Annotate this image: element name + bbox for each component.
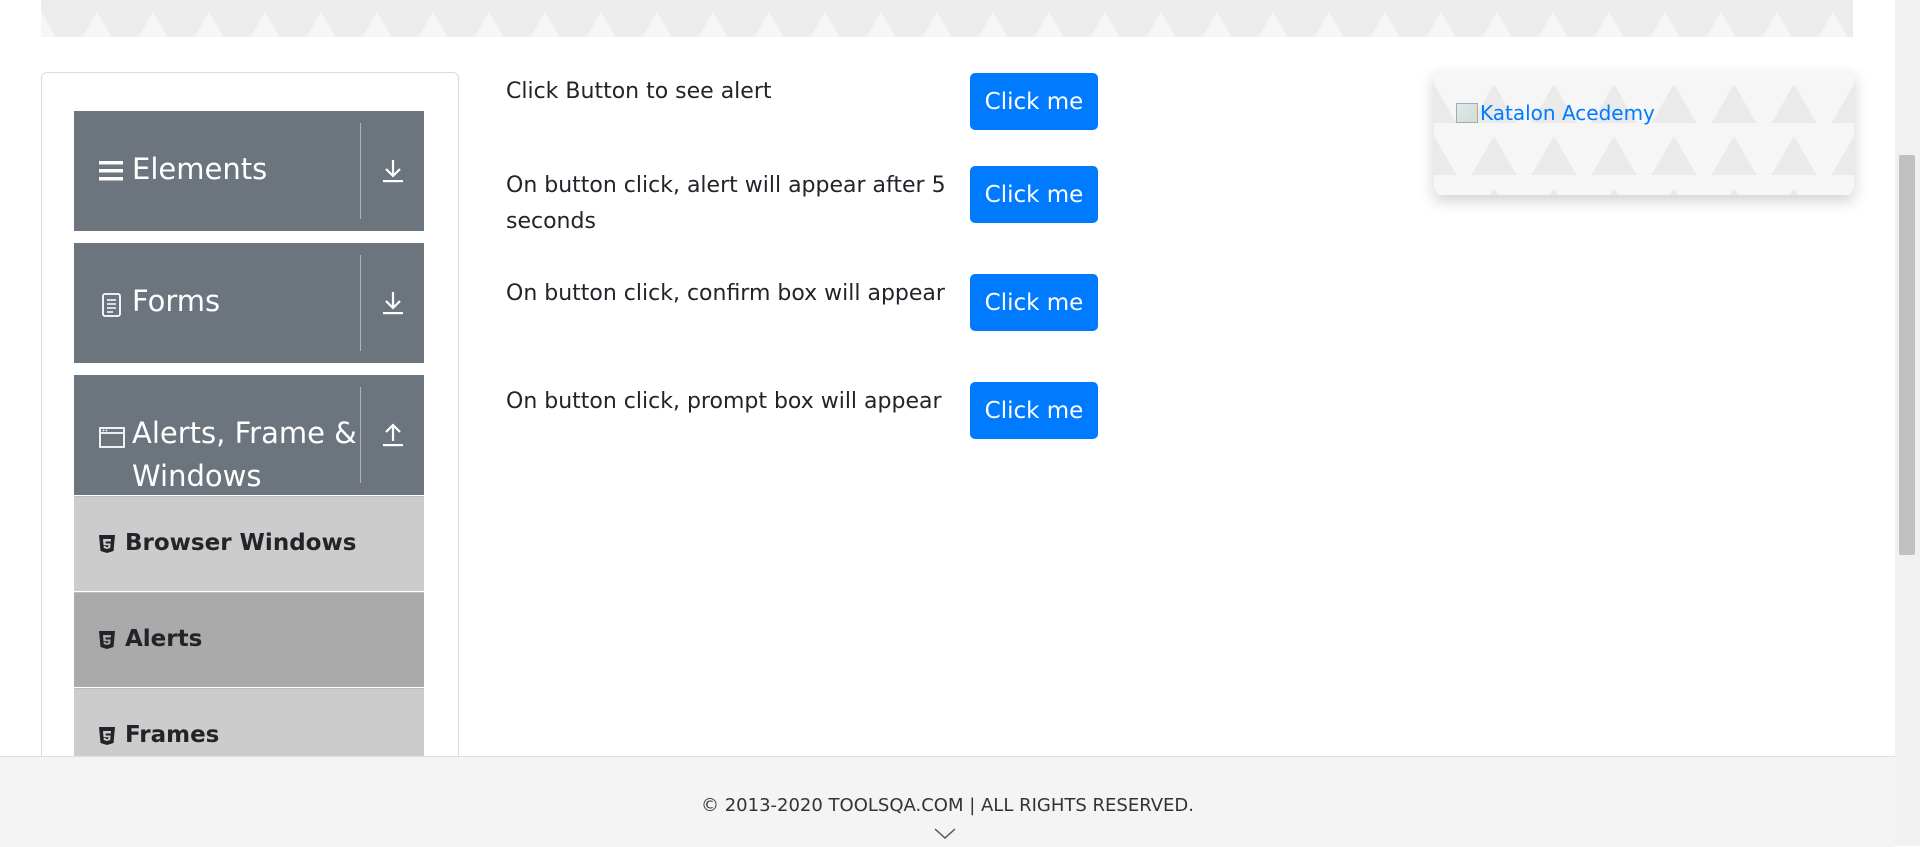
alert-button[interactable]: Click me <box>970 73 1098 130</box>
ad-link[interactable]: Katalon Acedemy <box>1456 101 1655 125</box>
sidebar: Elements Forms Alerts, Frame & Windows B… <box>41 72 459 792</box>
sidebar-group-label: Elements <box>132 152 268 186</box>
hamburger-icon <box>98 157 126 185</box>
sidebar-item-label: Frames <box>125 722 220 748</box>
sidebar-item-label: Browser Windows <box>125 530 357 556</box>
prompt-row-text: On button click, prompt box will appear <box>506 389 942 414</box>
document-icon <box>98 291 126 319</box>
sidebar-item-label: Alerts <box>125 626 203 652</box>
confirm-button[interactable]: Click me <box>970 274 1098 331</box>
chevron-down-icon[interactable] <box>934 827 956 845</box>
ad-alt-text: Katalon Acedemy <box>1480 101 1655 125</box>
upload-arrow-icon[interactable] <box>361 405 424 465</box>
top-banner <box>41 0 1853 37</box>
ad-banner: Katalon Acedemy <box>1434 71 1854 195</box>
timer-alert-button[interactable]: Click me <box>970 166 1098 223</box>
timer-alert-row-text: On button click, alert will appear after… <box>506 173 946 234</box>
prompt-button[interactable]: Click me <box>970 382 1098 439</box>
sidebar-group-label: Alerts, Frame & Windows <box>132 416 357 493</box>
sidebar-item-browser-windows[interactable]: Browser Windows <box>74 496 424 591</box>
window-icon <box>98 423 126 451</box>
sidebar-group-label: Forms <box>132 284 221 318</box>
alert-row-text: Click Button to see alert <box>506 79 772 104</box>
download-arrow-icon[interactable] <box>361 273 424 333</box>
scrollbar-thumb[interactable] <box>1899 155 1915 555</box>
html5-icon <box>98 534 116 554</box>
footer-copyright: © 2013-2020 TOOLSQA.COM | ALL RIGHTS RES… <box>700 795 1194 816</box>
sidebar-group-forms[interactable]: Forms <box>74 243 424 363</box>
footer: © 2013-2020 TOOLSQA.COM | ALL RIGHTS RES… <box>0 756 1895 847</box>
broken-image-icon <box>1456 103 1478 123</box>
html5-icon <box>98 726 116 746</box>
download-arrow-icon[interactable] <box>361 141 424 201</box>
sidebar-group-elements[interactable]: Elements <box>74 111 424 231</box>
sidebar-item-alerts[interactable]: Alerts <box>74 592 424 687</box>
html5-icon <box>98 630 116 650</box>
sidebar-group-alerts-frame-windows[interactable]: Alerts, Frame & Windows <box>74 375 424 495</box>
confirm-row-text: On button click, confirm box will appear <box>506 281 945 306</box>
